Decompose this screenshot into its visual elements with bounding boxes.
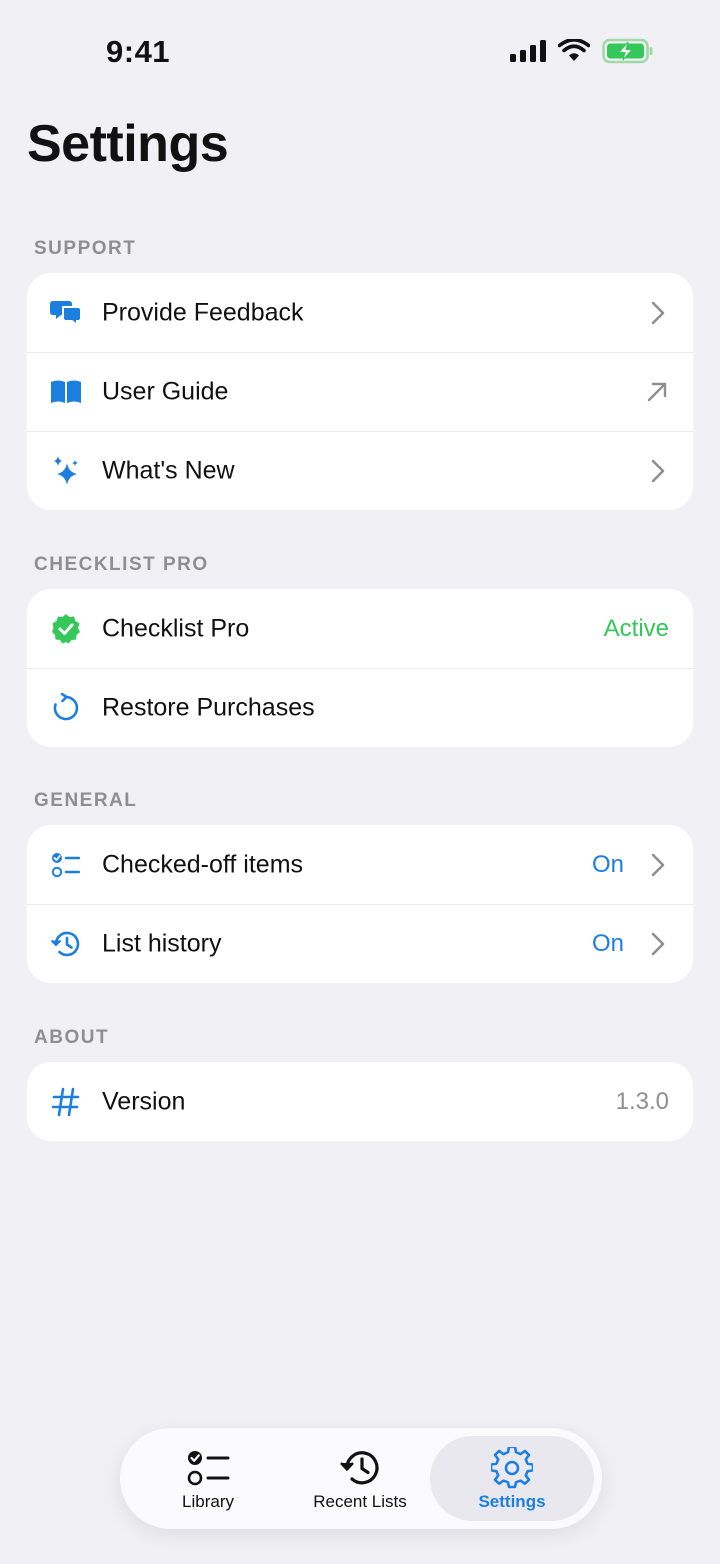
section-header-support: SUPPORT bbox=[34, 238, 137, 259]
list-history-value: On bbox=[591, 929, 624, 957]
checked-off-items-label: Checked-off items bbox=[102, 850, 304, 878]
pro-status-value: Active bbox=[603, 614, 669, 642]
about-card: Version 1.3.0 bbox=[27, 1062, 693, 1141]
chevron-right-icon bbox=[651, 459, 665, 482]
chevron-right-icon bbox=[651, 853, 665, 876]
tab-recent-lists[interactable]: Recent Lists bbox=[278, 1436, 442, 1521]
user-guide-label: User Guide bbox=[102, 377, 229, 405]
status-bar: 9:41 bbox=[0, 0, 720, 100]
page-title: Settings bbox=[27, 115, 229, 173]
tab-library-label: Library bbox=[182, 1492, 234, 1511]
checkmark-seal-icon bbox=[49, 612, 83, 646]
checked-off-items-value: On bbox=[591, 850, 624, 878]
chevron-right-icon bbox=[651, 301, 665, 324]
gear-icon bbox=[490, 1447, 534, 1489]
battery-charging-icon bbox=[602, 38, 653, 64]
chat-bubbles-icon bbox=[49, 296, 83, 330]
checklist-pro-row[interactable]: Checklist Pro Active bbox=[27, 589, 693, 668]
list-history-label: List history bbox=[102, 929, 222, 957]
checklist-pro-label: Checklist Pro bbox=[102, 614, 250, 642]
cellular-signal-icon bbox=[510, 40, 546, 62]
history-icon bbox=[338, 1448, 382, 1488]
restore-purchases-row[interactable]: Restore Purchases bbox=[27, 668, 693, 747]
status-time: 9:41 bbox=[106, 34, 171, 69]
user-guide-row[interactable]: User Guide bbox=[27, 352, 693, 431]
wifi-icon bbox=[558, 39, 590, 61]
list-history-row[interactable]: List history On bbox=[27, 904, 693, 983]
section-header-pro: CHECKLIST PRO bbox=[34, 554, 209, 575]
restore-purchases-label: Restore Purchases bbox=[102, 693, 315, 721]
tab-settings[interactable]: Settings bbox=[430, 1436, 594, 1521]
provide-feedback-label: Provide Feedback bbox=[102, 298, 304, 326]
pro-card: Checklist Pro Active Restore Purchases bbox=[27, 589, 693, 747]
tab-settings-label: Settings bbox=[478, 1492, 546, 1511]
provide-feedback-row[interactable]: Provide Feedback bbox=[27, 273, 693, 352]
book-icon bbox=[49, 375, 83, 409]
hash-icon bbox=[49, 1085, 83, 1119]
sparkles-icon bbox=[49, 454, 83, 488]
settings-screen: 9:41 Settings SUPPORT Provide Feedback U… bbox=[0, 0, 720, 1564]
chevron-right-icon bbox=[651, 932, 665, 955]
section-header-about: ABOUT bbox=[34, 1027, 110, 1048]
checklist-icon bbox=[49, 848, 83, 882]
version-label: Version bbox=[102, 1087, 186, 1115]
refresh-icon bbox=[49, 691, 83, 725]
checklist-icon bbox=[186, 1448, 230, 1488]
tab-library[interactable]: Library bbox=[126, 1436, 290, 1521]
version-value: 1.3.0 bbox=[615, 1087, 669, 1115]
tab-bar: Library Recent Lists Settings bbox=[120, 1428, 602, 1529]
support-card: Provide Feedback User Guide What's New bbox=[27, 273, 693, 510]
whats-new-label: What's New bbox=[102, 456, 235, 484]
history-icon bbox=[49, 927, 83, 961]
external-link-icon bbox=[647, 382, 667, 401]
general-card: Checked-off items On List history On bbox=[27, 825, 693, 983]
checked-off-items-row[interactable]: Checked-off items On bbox=[27, 825, 693, 904]
whats-new-row[interactable]: What's New bbox=[27, 431, 693, 510]
version-row: Version 1.3.0 bbox=[27, 1062, 693, 1141]
tab-recent-lists-label: Recent Lists bbox=[313, 1492, 407, 1511]
section-header-general: GENERAL bbox=[34, 790, 138, 811]
status-icons bbox=[510, 38, 654, 64]
